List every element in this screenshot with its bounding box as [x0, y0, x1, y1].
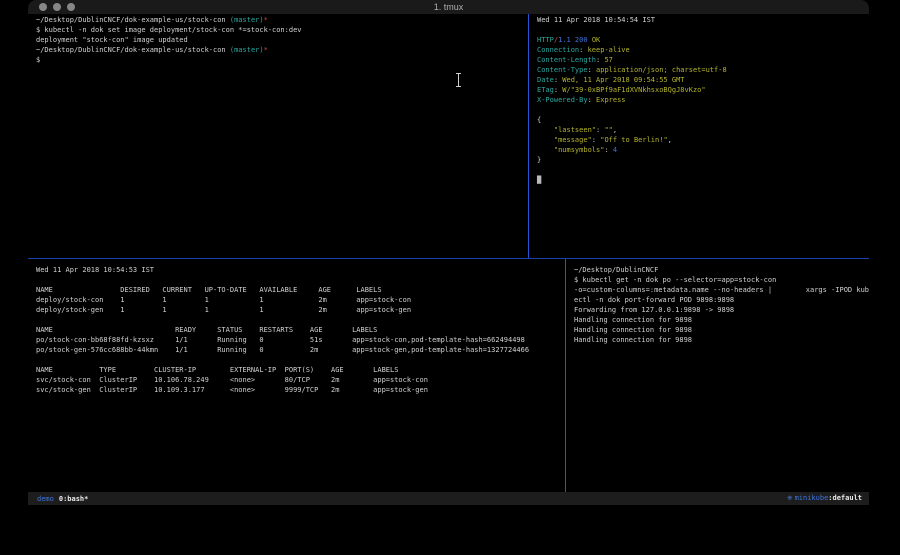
terminal-line: svc/stock-gen ClusterIP 10.109.3.177 <no… [36, 385, 573, 395]
tmux-content: ~/Desktop/DublinCNCF/dok-example-us/stoc… [28, 14, 869, 492]
pane-bottom-right-port-forward[interactable]: ~/Desktop/DublinCNCF$ kubectl get -n dok… [566, 259, 869, 492]
terminal-line: Content-Type: application/json; charset=… [537, 65, 869, 75]
pane-top-left-shell[interactable]: ~/Desktop/DublinCNCF/dok-example-us/stoc… [28, 14, 536, 259]
terminal-line: "numsymbols": 4 [537, 145, 869, 155]
terminal-cursor: █ [537, 176, 541, 184]
helm-wheel-icon: ⎈ [787, 494, 793, 502]
terminal-line: HTTP/1.1 200 OK [537, 35, 869, 45]
terminal-line: deploy/stock-gen 1 1 1 1 2m app=stock-ge… [36, 305, 573, 315]
terminal-window: 1. tmux ~/Desktop/DublinCNCF/dok-example… [28, 0, 869, 505]
terminal-line: Content-Length: 57 [537, 55, 869, 65]
session-name: demo [37, 495, 54, 503]
terminal-line: -o=custom-columns=:metadata.name --no-he… [574, 285, 869, 295]
terminal-line: $ kubectl get -n dok po --selector=app=s… [574, 275, 869, 285]
terminal-line: ectl -n dok port-forward POD 9898:9898 [574, 295, 869, 305]
terminal-line: Forwarding from 127.0.0.1:9898 -> 9898 [574, 305, 869, 315]
screenshot-background: 1. tmux ~/Desktop/DublinCNCF/dok-example… [0, 0, 900, 555]
terminal-line: █ [537, 175, 869, 185]
window-tab-bash[interactable]: 0:bash* [59, 495, 89, 503]
terminal-line: ~/Desktop/DublinCNCF/dok-example-us/stoc… [36, 45, 536, 55]
pane-top-right-http-response[interactable]: Wed 11 Apr 2018 10:54:54 IST HTTP/1.1 20… [529, 14, 869, 259]
terminal-line: NAME READY STATUS RESTARTS AGE LABELS [36, 325, 573, 335]
terminal-line: po/stock-con-bb68f88fd-kzsxz 1/1 Running… [36, 335, 573, 345]
pane-divider-horizontal[interactable] [28, 258, 869, 259]
terminal-line: NAME DESIRED CURRENT UP-TO-DATE AVAILABL… [36, 285, 573, 295]
mouse-text-cursor-icon [455, 73, 462, 87]
terminal-line: NAME TYPE CLUSTER-IP EXTERNAL-IP PORT(S)… [36, 365, 573, 375]
terminal-line [537, 105, 869, 115]
terminal-line: Date: Wed, 11 Apr 2018 09:54:55 GMT [537, 75, 869, 85]
pane-divider-vertical-top[interactable] [528, 14, 529, 258]
terminal-line: Handling connection for 9898 [574, 325, 869, 335]
window-title-bar[interactable]: 1. tmux [28, 0, 869, 14]
terminal-line: Wed 11 Apr 2018 10:54:54 IST [537, 15, 869, 25]
terminal-line: } [537, 155, 869, 165]
terminal-line: Connection: keep-alive [537, 45, 869, 55]
terminal-line: ETag: W/"39-0xBPf9aF1dXVNkhsxoBQgJ8vKzo" [537, 85, 869, 95]
terminal-line: "lastseen": "", [537, 125, 869, 135]
terminal-line: Handling connection for 9898 [574, 335, 869, 345]
terminal-line: svc/stock-con ClusterIP 10.106.78.249 <n… [36, 375, 573, 385]
cluster-name: minikube [795, 494, 829, 502]
terminal-line: deployment "stock-con" image updated [36, 35, 536, 45]
terminal-line: X-Powered-By: Express [537, 95, 869, 105]
terminal-line: Wed 11 Apr 2018 10:54:53 IST [36, 265, 573, 275]
pane-bottom-left-kubectl-watch[interactable]: Wed 11 Apr 2018 10:54:53 IST NAME DESIRE… [28, 259, 573, 492]
terminal-line: po/stock-gen-576cc688bb-44kmn 1/1 Runnin… [36, 345, 573, 355]
terminal-line [537, 165, 869, 175]
terminal-line: ~/Desktop/DublinCNCF/dok-example-us/stoc… [36, 15, 536, 25]
terminal-line: { [537, 115, 869, 125]
terminal-line [36, 315, 573, 325]
pane-divider-vertical-bottom[interactable] [565, 259, 566, 492]
status-right: ⎈minikube:default [787, 494, 869, 503]
status-left: demo 0:bash* [28, 495, 88, 503]
terminal-line [36, 275, 573, 285]
terminal-line: $ kubectl -n dok set image deployment/st… [36, 25, 536, 35]
terminal-line [36, 355, 573, 365]
window-title: 1. tmux [28, 1, 869, 13]
terminal-line: $ [36, 55, 536, 65]
terminal-line: ~/Desktop/DublinCNCF [574, 265, 869, 275]
terminal-line: "message": "Off to Berlin!", [537, 135, 869, 145]
kube-context: :default [828, 494, 862, 502]
tmux-status-bar: demo 0:bash* ⎈minikube:default [28, 492, 869, 505]
terminal-line: Handling connection for 9898 [574, 315, 869, 325]
terminal-line [537, 25, 869, 35]
terminal-line: deploy/stock-con 1 1 1 1 2m app=stock-co… [36, 295, 573, 305]
